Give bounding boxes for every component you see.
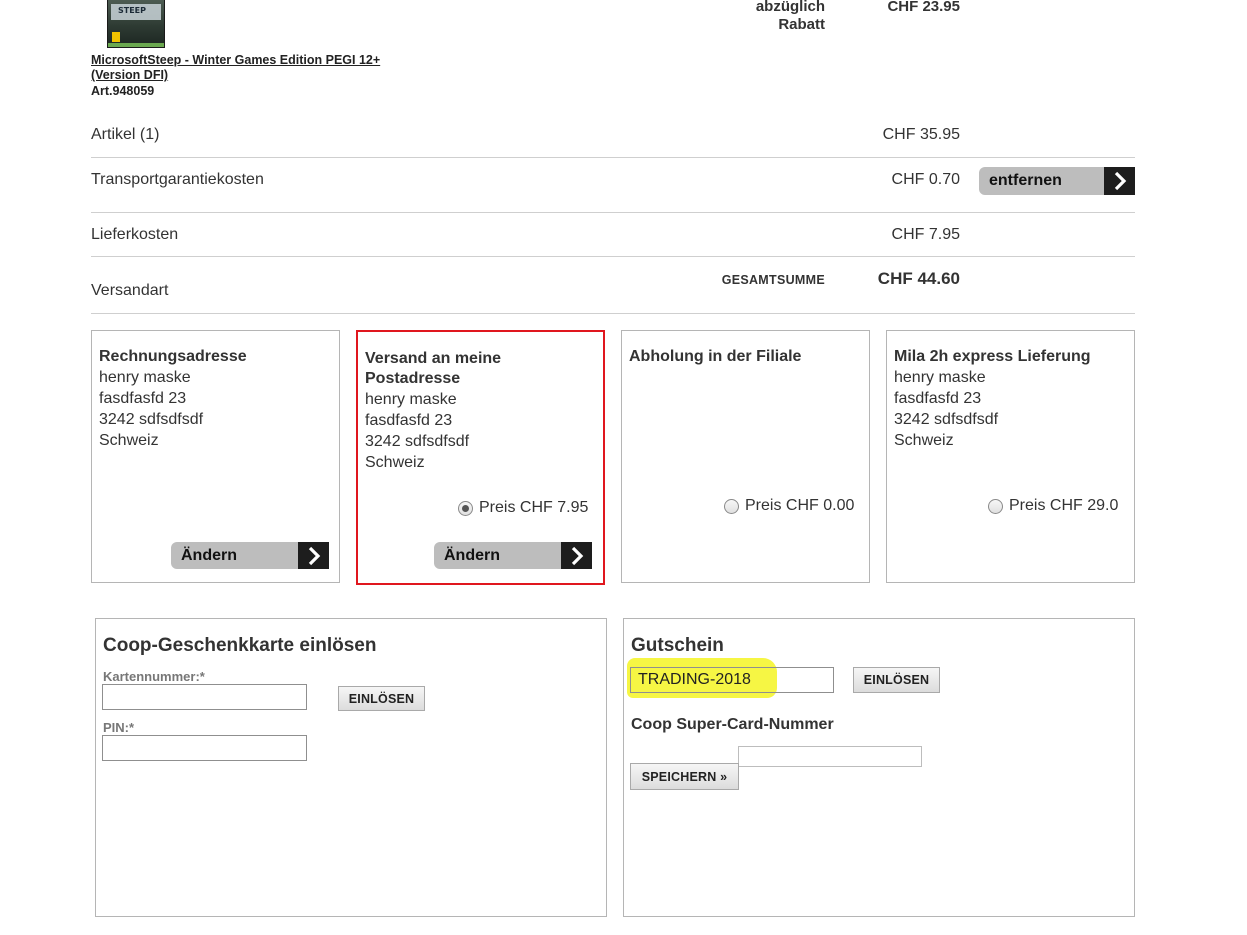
postal-title-line1: Versand an meine [365,350,502,367]
express-city: 3242 sdfsdfsdf [894,411,999,428]
postal-delivery-box[interactable]: Versand an meine Postadresse henry maske… [356,330,605,585]
billing-address-content: Rechnungsadresse henry maske fasdfasfd 2… [99,347,247,451]
divider [968,212,1135,213]
total-value: CHF 44.60 [877,269,960,288]
pegi-badge [112,32,120,42]
supercard-label: Coop Super-Card-Nummer [631,716,834,733]
change-button-label: Ändern [444,546,500,564]
remove-button-label: entfernen [989,172,1062,189]
postal-title-line2: Postadresse [365,370,461,387]
billing-address-box: Rechnungsadresse henry maske fasdfasfd 2… [91,330,340,583]
voucher-code-input[interactable]: TRADING-2018 [630,667,834,693]
express-price-option[interactable]: Preis CHF 29.0 [988,497,1118,515]
postal-country: Schweiz [365,454,425,471]
change-button-label: Ändern [181,546,237,564]
articles-label: Artikel (1) [91,126,160,143]
pickup-price-option[interactable]: Preis CHF 0.00 [724,497,854,515]
divider [91,313,1135,314]
product-image[interactable]: STEEP [107,0,165,48]
postal-price-option[interactable]: Preis CHF 7.95 [458,499,588,517]
postal-city: 3242 sdfsdfsdf [365,433,470,450]
discount-label-line1: abzüglich [755,0,825,15]
billing-change-button[interactable]: Ändern [171,542,329,569]
postal-radio[interactable] [458,500,473,516]
product-name-link[interactable]: MicrosoftSteep - Winter Games Edition PE… [91,53,431,83]
product-image-stripe [108,43,164,47]
postal-street: fasdfasfd 23 [365,412,453,429]
postal-delivery-content: Versand an meine Postadresse henry maske… [365,349,501,473]
express-price: Preis CHF 29.0 [1009,497,1119,514]
billing-title: Rechnungsadresse [99,348,247,365]
giftcard-panel: Coop-Geschenkkarte einlösen Kartennummer… [95,618,607,917]
express-radio[interactable] [988,498,1003,514]
chevron-right-icon [1104,167,1135,195]
pickup-title: Abholung in der Filiale [629,348,802,365]
chevron-right-icon [298,542,329,569]
divider [91,256,1135,257]
discount-value: CHF 23.95 [887,0,960,15]
pin-label: PIN:* [103,720,135,735]
chevron-right-icon [561,542,592,569]
delivery-label: Lieferkosten [91,226,179,243]
delivery-value: CHF 7.95 [891,226,960,243]
express-delivery-box[interactable]: Mila 2h express Lieferung henry maske fa… [886,330,1135,583]
store-pickup-content: Abholung in der Filiale [629,347,801,367]
discount-label-line2: Rabatt [778,16,825,33]
billing-street: fasdfasfd 23 [99,390,187,407]
card-number-input[interactable] [102,684,307,710]
giftcard-redeem-button[interactable]: EINLÖSEN [338,686,425,711]
total-label: GESAMTSUMME [721,273,825,287]
express-street: fasdfasfd 23 [894,390,982,407]
supercard-save-button[interactable]: SPEICHERN » [630,763,739,790]
postal-change-button[interactable]: Ändern [434,542,592,569]
express-title: Mila 2h express Lieferung [894,348,1091,365]
transport-label: Transportgarantiekosten [91,171,264,188]
billing-country: Schweiz [99,432,159,449]
supercard-input[interactable] [738,746,922,767]
voucher-redeem-button[interactable]: EINLÖSEN [853,667,940,693]
postal-name: henry maske [365,391,457,408]
pin-input[interactable] [102,735,307,761]
express-delivery-content: Mila 2h express Lieferung henry maske fa… [894,347,1091,451]
product-image-word: STEEP [118,6,147,15]
discount-label: abzüglich Rabatt [756,0,825,34]
divider [91,212,968,213]
postal-price: Preis CHF 7.95 [479,499,589,516]
billing-name: henry maske [99,369,191,386]
express-country: Schweiz [894,432,954,449]
product-article-number: Art.948059 [91,84,155,98]
billing-city: 3242 sdfsdfsdf [99,411,204,428]
store-pickup-box[interactable]: Abholung in der Filiale Preis CHF 0.00 [621,330,870,583]
shipping-method-label: Versandart [91,282,169,299]
transport-value: CHF 0.70 [891,171,960,188]
divider [91,157,1135,158]
giftcard-title: Coop-Geschenkkarte einlösen [103,635,377,656]
card-number-label: Kartennummer:* [103,669,205,684]
pickup-radio[interactable] [724,498,739,514]
pickup-price: Preis CHF 0.00 [745,497,855,514]
remove-transport-button[interactable]: entfernen [979,167,1135,195]
express-name: henry maske [894,369,986,386]
voucher-title: Gutschein [631,635,724,656]
articles-value: CHF 35.95 [882,126,960,143]
